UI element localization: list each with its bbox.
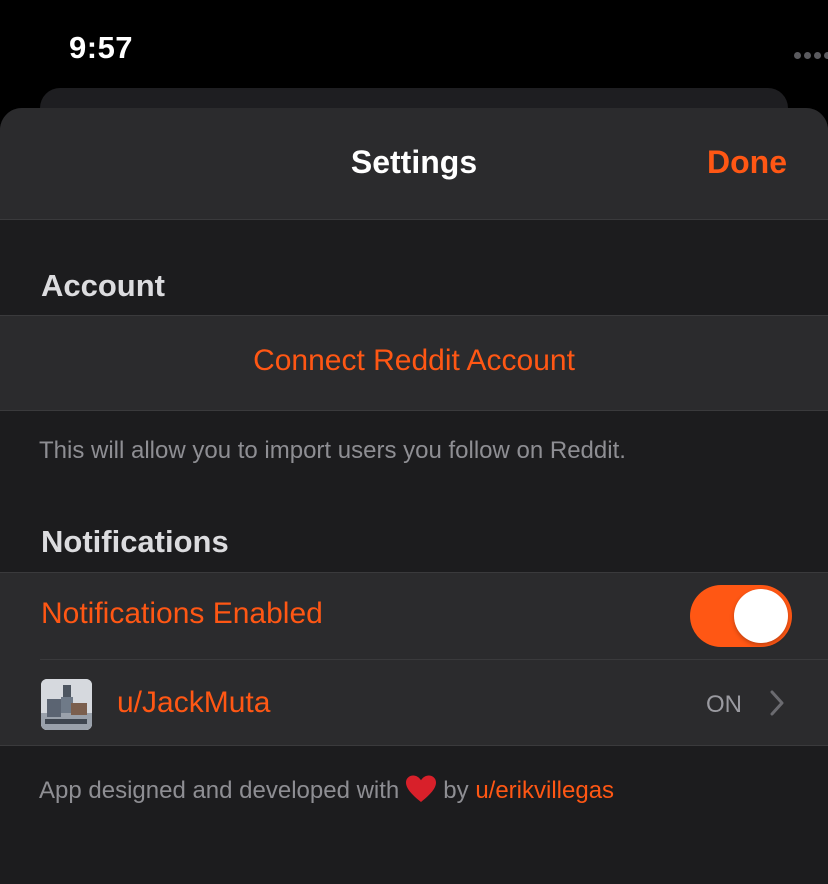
nav-bar: Settings Done xyxy=(0,108,828,220)
credit-line: App designed and developed with by u/erik… xyxy=(39,774,614,811)
section-header-notifications: Notifications xyxy=(41,524,229,559)
user-name: u/JackMuta xyxy=(117,686,271,719)
notifications-toggle[interactable] xyxy=(690,585,792,647)
signal-icon xyxy=(794,52,828,60)
page-title: Settings xyxy=(350,144,478,180)
avatar xyxy=(41,679,92,730)
done-button[interactable]: Done xyxy=(707,144,787,181)
user-row[interactable]: u/JackMuta ON xyxy=(0,660,828,746)
section-header-account: Account xyxy=(41,268,165,303)
connect-reddit-label: Connect Reddit Account xyxy=(253,344,575,377)
author-link[interactable]: u/erikvillegas xyxy=(475,777,614,804)
notifications-enabled-row: Notifications Enabled xyxy=(0,573,828,659)
screen: 9:57 Settings Done Account Connect Reddi… xyxy=(0,0,828,884)
account-footer: This will allow you to import users you … xyxy=(39,437,626,464)
status-time: 9:57 xyxy=(69,30,134,65)
credit-prefix: App designed and developed with xyxy=(39,777,400,804)
user-status: ON xyxy=(706,691,742,718)
heart-icon xyxy=(405,774,437,811)
credit-by: by xyxy=(443,777,469,804)
notifications-enabled-label: Notifications Enabled xyxy=(41,597,323,630)
notifications-group: Notifications Enabled u/JackMuta ON xyxy=(0,572,828,746)
toggle-knob xyxy=(734,589,788,643)
settings-sheet: Settings Done Account Connect Reddit Acc… xyxy=(0,108,828,884)
connect-reddit-button[interactable]: Connect Reddit Account xyxy=(0,315,828,411)
chevron-right-icon xyxy=(770,690,784,716)
